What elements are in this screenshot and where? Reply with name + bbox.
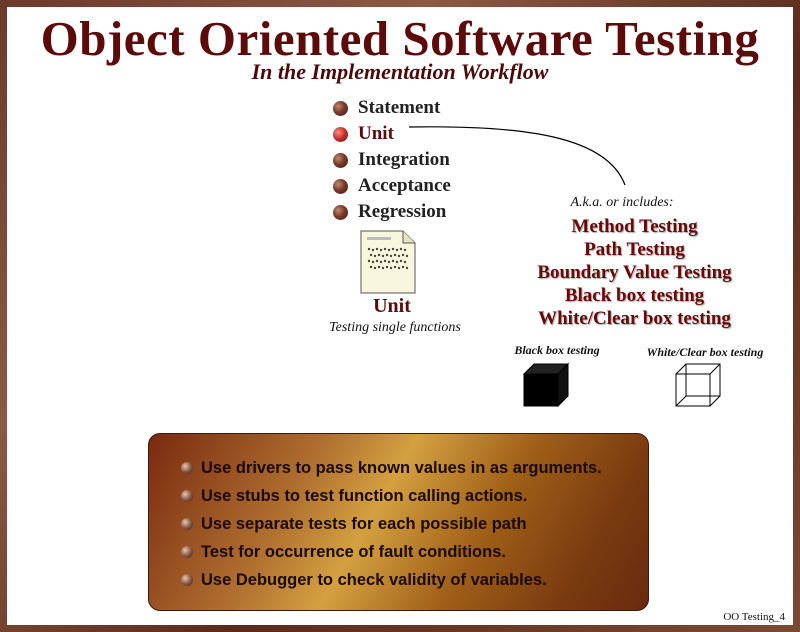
tip-text: Use drivers to pass known values in as a… bbox=[201, 458, 602, 477]
tip-text: Use separate tests for each possible pat… bbox=[201, 514, 527, 533]
aka-item: White/Clear box testing bbox=[538, 308, 731, 329]
tips-list: Use drivers to pass known values in as a… bbox=[181, 454, 648, 594]
document-icon bbox=[360, 230, 416, 294]
tip-text: Use stubs to test function calling actio… bbox=[201, 486, 528, 505]
aka-list: Method Testing Path Testing Boundary Val… bbox=[497, 215, 772, 330]
aka-heading: A.k.a. or includes: bbox=[570, 195, 674, 210]
tip-item: Use stubs to test function calling actio… bbox=[181, 482, 648, 510]
black-cube-icon bbox=[522, 362, 570, 408]
slide: Object Oriented Software Testing In the … bbox=[7, 7, 793, 625]
bullet-icon bbox=[181, 574, 193, 586]
tips-panel: Use drivers to pass known values in as a… bbox=[148, 433, 649, 611]
bullet-icon bbox=[181, 490, 193, 502]
tip-text: Use Debugger to check validity of variab… bbox=[201, 570, 547, 589]
slide-footer: OO Testing_4 bbox=[723, 611, 785, 623]
aka-item: Path Testing bbox=[584, 239, 685, 260]
tip-item: Use Debugger to check validity of variab… bbox=[181, 566, 648, 594]
unit-caption: Unit bbox=[373, 295, 411, 317]
unit-description: Testing single functions bbox=[329, 320, 461, 335]
tip-item: Use drivers to pass known values in as a… bbox=[181, 454, 648, 482]
tip-text: Test for occurrence of fault conditions. bbox=[201, 542, 506, 561]
tip-item: Use separate tests for each possible pat… bbox=[181, 510, 648, 538]
tip-item: Test for occurrence of fault conditions. bbox=[181, 538, 648, 566]
wireframe-cube-icon bbox=[675, 363, 721, 407]
black-box-label: Black box testing bbox=[514, 343, 600, 357]
bullet-icon bbox=[181, 518, 193, 530]
bullet-icon bbox=[181, 462, 193, 474]
white-box-label: White/Clear box testing bbox=[646, 345, 764, 359]
aka-item: Method Testing bbox=[571, 216, 698, 237]
aka-item: Black box testing bbox=[564, 285, 705, 306]
bullet-icon bbox=[181, 546, 193, 558]
aka-item: Boundary Value Testing bbox=[537, 262, 732, 283]
